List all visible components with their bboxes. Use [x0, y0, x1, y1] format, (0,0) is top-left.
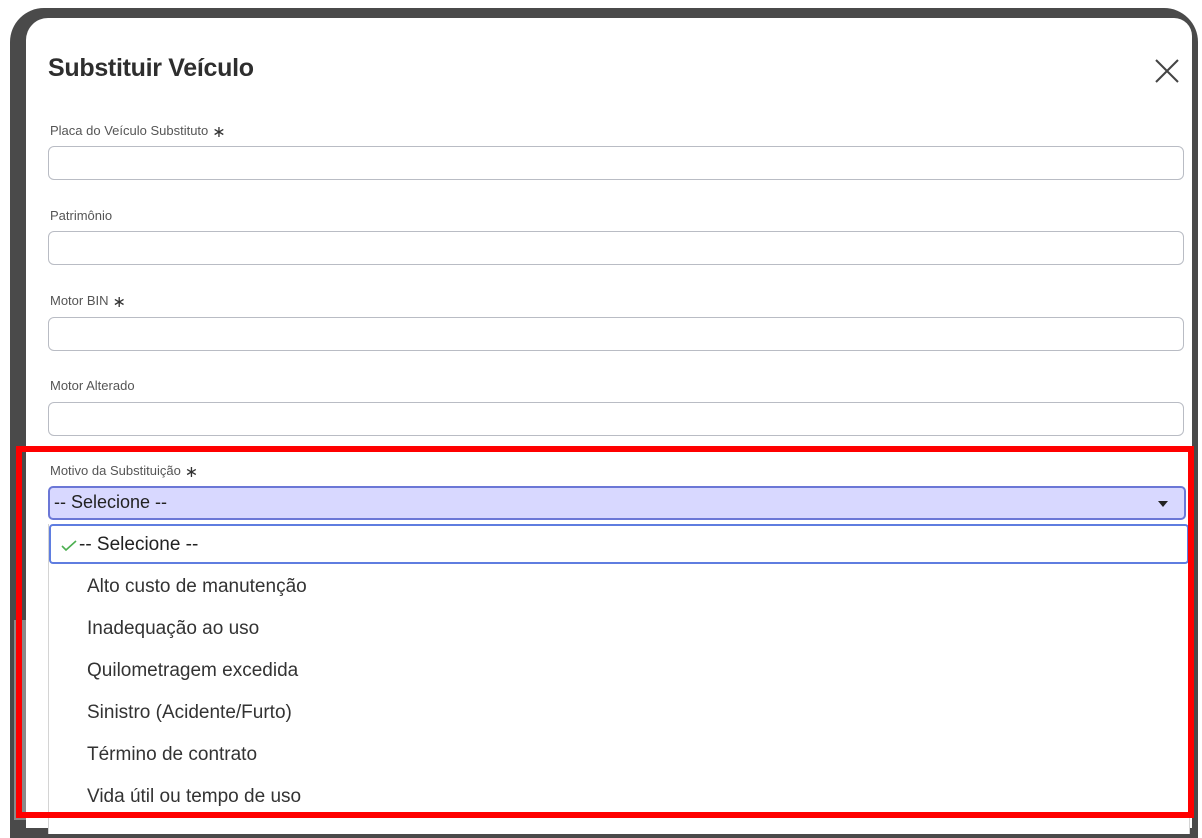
patrimonio-input[interactable]: [48, 231, 1184, 265]
required-asterisk: ∗: [184, 464, 199, 481]
motivo-label: Motivo da Substituição ∗: [50, 462, 198, 482]
dropdown-option[interactable]: Alto custo de manutenção: [87, 576, 307, 598]
motor-alterado-input[interactable]: [48, 402, 1184, 436]
motivo-select[interactable]: -- Selecione --: [48, 486, 1186, 520]
placa-input[interactable]: [48, 146, 1184, 180]
placa-label-text: Placa do Veículo Substituto: [50, 123, 209, 138]
dropdown-option[interactable]: Inadequação ao uso: [87, 618, 259, 640]
close-icon[interactable]: [1152, 56, 1182, 86]
motivo-label-text: Motivo da Substituição: [50, 463, 181, 478]
dropdown-option[interactable]: Quilometragem excedida: [87, 660, 298, 682]
checkmark-icon: [61, 539, 77, 557]
motor-bin-label: Motor BIN ∗: [50, 292, 126, 312]
dropdown-option-label: -- Selecione --: [79, 534, 199, 555]
dropdown-option-selected[interactable]: -- Selecione --: [49, 524, 1189, 564]
dropdown-option[interactable]: Sinistro (Acidente/Furto): [87, 702, 292, 724]
motor-alterado-label: Motor Alterado: [50, 378, 135, 393]
caret-down-icon: [1158, 501, 1168, 507]
motor-bin-label-text: Motor BIN: [50, 293, 109, 308]
dropdown-option[interactable]: Término de contrato: [87, 744, 257, 766]
motivo-select-value: -- Selecione --: [54, 492, 168, 512]
required-asterisk: ∗: [112, 294, 126, 311]
dropdown-option[interactable]: Vida útil ou tempo de uso: [87, 786, 301, 808]
substitute-vehicle-dialog: Substituir Veículo Placa do Veículo Subs…: [26, 18, 1192, 834]
patrimonio-label: Patrimônio: [50, 208, 113, 223]
motivo-dropdown-list: -- Selecione -- Alto custo de manutenção…: [48, 524, 1190, 834]
placa-label: Placa do Veículo Substituto ∗: [50, 122, 226, 142]
required-asterisk: ∗: [212, 124, 226, 141]
dialog-title: Substituir Veículo: [48, 54, 254, 82]
motor-bin-input[interactable]: [48, 317, 1184, 351]
